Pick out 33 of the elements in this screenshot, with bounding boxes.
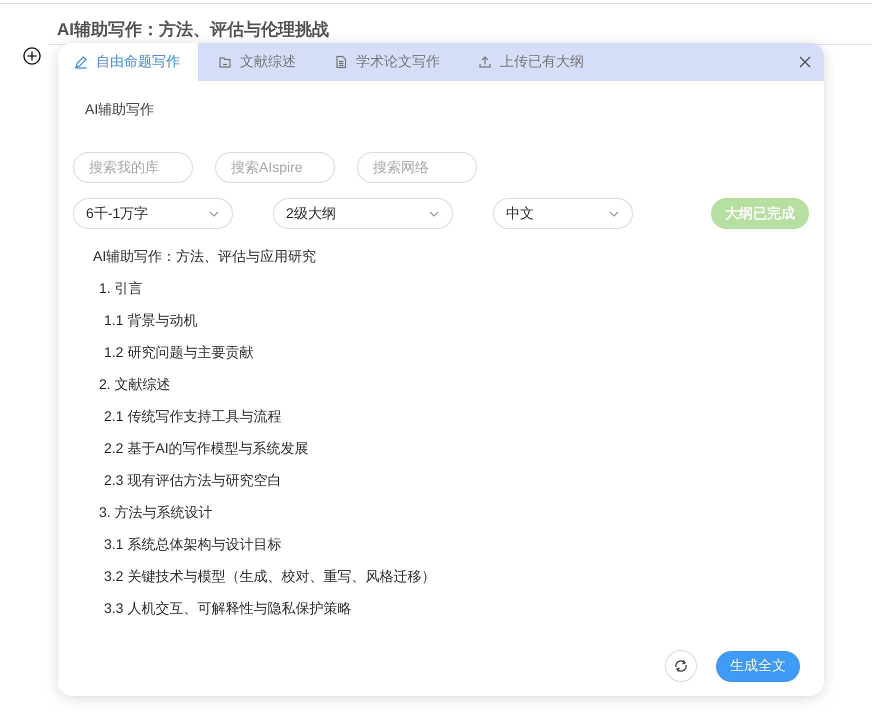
outline-item: 2. 文献综述 [99, 376, 171, 394]
topic-field[interactable]: AI辅助写作 [85, 101, 154, 119]
document-icon [334, 55, 348, 69]
tab[interactable]: 学术论文写作 [318, 43, 458, 81]
dropdown[interactable]: 中文 [493, 198, 633, 229]
pencil-icon [74, 55, 88, 69]
document-title: AI辅助写作：方法、评估与伦理挑战 [57, 18, 329, 40]
search-source-button[interactable]: 搜索网络 [357, 152, 477, 183]
add-icon[interactable] [23, 47, 41, 65]
tab[interactable]: 上传已有大纲 [462, 43, 602, 81]
outline-item: 3.1 系统总体架构与设计目标 [104, 536, 282, 554]
dropdown[interactable]: 2级大纲 [273, 198, 453, 229]
dropdown[interactable]: 6千-1万字 [73, 198, 233, 229]
outline-item: 3.2 关键技术与模型（生成、校对、重写、风格迁移） [104, 568, 436, 586]
outline-item: 3.3 人机交互、可解释性与隐私保护策略 [104, 600, 352, 618]
outline-title: AI辅助写作：方法、评估与应用研究 [93, 248, 316, 266]
outline-item: 2.1 传统写作支持工具与流程 [104, 408, 282, 426]
search-source-button[interactable]: 搜索AIspire [215, 152, 335, 183]
outline-item: 2.3 现有评估方法与研究空白 [104, 472, 282, 490]
folder-icon [218, 55, 232, 69]
outline-item: 3. 方法与系统设计 [99, 504, 213, 522]
generate-button[interactable]: 生成全文 [716, 650, 800, 682]
outline-item: 1.1 背景与动机 [104, 312, 198, 330]
search-source-button[interactable]: 搜索我的库 [73, 152, 193, 183]
refresh-button[interactable] [665, 650, 697, 682]
tab[interactable]: 文献综述 [202, 43, 314, 81]
refresh-icon [673, 658, 689, 674]
upload-icon [478, 55, 492, 69]
outline-item: 1.2 研究问题与主要贡献 [104, 344, 254, 362]
close-icon [798, 55, 812, 69]
outline-item: 1. 引言 [99, 280, 143, 298]
tab[interactable]: 自由命题写作 [58, 43, 198, 81]
outline-item: 2.2 基于AI的写作模型与系统发展 [104, 440, 309, 458]
